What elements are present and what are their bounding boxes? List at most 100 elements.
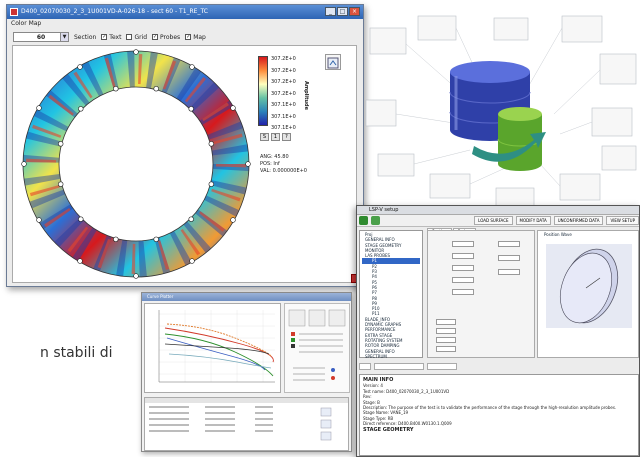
color-scale-bar bbox=[258, 56, 268, 126]
preview-title: Position Wave bbox=[544, 232, 572, 237]
chart-titlebar: Curve Plotter bbox=[142, 293, 351, 301]
caption-fragment: n stabili di bbox=[40, 345, 113, 361]
text-checkbox-label: Text bbox=[109, 33, 122, 41]
curves-table[interactable] bbox=[144, 397, 349, 451]
colormap-canvas[interactable]: 307.2E+0 307.2E+0 307.2E+0 307.2E+0 307.… bbox=[12, 45, 357, 283]
filter-field[interactable] bbox=[374, 363, 424, 370]
tree-item[interactable]: SPECTRUM bbox=[362, 354, 420, 359]
probe-marker bbox=[113, 236, 119, 243]
save-icon[interactable] bbox=[371, 216, 380, 225]
checkbox-box: ✓ bbox=[185, 34, 192, 40]
probe-marker bbox=[133, 49, 139, 55]
legend-panel bbox=[284, 303, 350, 393]
setup-title: LSP-V setup bbox=[369, 207, 399, 213]
probe-marker bbox=[189, 258, 195, 264]
colormap-window: D400_02070030_2_3_1U001VD-A-026-18 - sec… bbox=[6, 4, 364, 287]
series-line bbox=[166, 323, 272, 357]
cursor-readout: ANG: 45.80 POS: Inf VAL: 0.000000E+0 bbox=[260, 154, 307, 175]
probe-marker bbox=[78, 106, 84, 112]
app-icon bbox=[10, 8, 18, 16]
text-field[interactable] bbox=[436, 337, 456, 343]
text-field[interactable] bbox=[452, 253, 474, 259]
text-field[interactable] bbox=[452, 277, 474, 283]
checkbox-box: ✓ bbox=[152, 34, 159, 40]
scale-tools: S 1 ? bbox=[260, 133, 291, 141]
map-checkbox[interactable]: ✓ Map bbox=[185, 34, 206, 41]
text-field[interactable] bbox=[452, 265, 474, 271]
scale-tick: 307.2E+0 bbox=[271, 56, 296, 62]
probe-marker bbox=[21, 161, 27, 167]
map-checkbox-label: Map bbox=[193, 33, 206, 41]
view-setup-button[interactable]: VIEW SETUP bbox=[606, 216, 639, 225]
probe-marker bbox=[188, 216, 194, 222]
scale-tick: 307.1E+0 bbox=[271, 113, 296, 120]
footer-heading: STAGE GEOMETRY bbox=[363, 426, 414, 433]
probe-marker bbox=[36, 217, 42, 223]
probe-marker bbox=[36, 105, 42, 111]
text-field[interactable] bbox=[452, 241, 474, 247]
minimize-button[interactable]: _ bbox=[325, 7, 336, 16]
info-panel: MAIN INFO Version: 4 Test name: D400_020… bbox=[359, 374, 639, 456]
tool-button[interactable]: ? bbox=[282, 133, 291, 141]
unconfirmed-data-button[interactable]: UNCONFIRMED DATA bbox=[553, 216, 604, 225]
menu-color-map[interactable]: Color Map bbox=[7, 19, 363, 29]
text-field[interactable] bbox=[452, 289, 474, 295]
dropdown-field[interactable] bbox=[498, 241, 520, 247]
section-label: Section bbox=[74, 33, 97, 41]
grid-checkbox[interactable]: Grid bbox=[126, 34, 147, 41]
load-surface-button[interactable]: LOAD SURFACE bbox=[474, 216, 513, 225]
grid-checkbox-label: Grid bbox=[134, 33, 148, 41]
text-field[interactable] bbox=[436, 319, 456, 325]
text-checkbox[interactable]: ✓ Text bbox=[101, 34, 121, 41]
scale-tick: 307.2E+0 bbox=[271, 79, 296, 85]
section-select[interactable]: 60 ▼ bbox=[13, 32, 69, 42]
chevron-down-icon[interactable]: ▼ bbox=[60, 33, 68, 41]
modify-data-button[interactable]: MODIFY DATA bbox=[515, 216, 551, 225]
export-image-button[interactable] bbox=[325, 54, 341, 70]
value-readout: VAL: 0.000000E+0 bbox=[260, 168, 307, 174]
text-field[interactable] bbox=[498, 255, 520, 261]
probe-marker bbox=[153, 85, 159, 92]
confirm-icon[interactable] bbox=[359, 216, 368, 225]
setup-titlebar: LSP-V setup bbox=[357, 206, 639, 215]
probe-marker bbox=[245, 161, 251, 167]
select-field[interactable] bbox=[427, 363, 457, 370]
text-field[interactable] bbox=[436, 346, 456, 352]
scale-tick: 307.2E+0 bbox=[271, 67, 296, 74]
plot-area bbox=[158, 310, 275, 383]
nav-button[interactable] bbox=[359, 363, 371, 370]
legend-swatches bbox=[288, 309, 346, 381]
probe-marker bbox=[189, 64, 195, 70]
table-rows bbox=[145, 398, 348, 441]
setup-window: LSP-V setup LOAD SURFACE MODIFY DATA UNC… bbox=[356, 205, 640, 457]
scale-axis-label: Amplitude bbox=[303, 81, 309, 111]
probe-marker bbox=[57, 181, 64, 187]
probe-marker bbox=[57, 141, 64, 147]
angle-readout: ANG: 45.80 bbox=[260, 154, 289, 160]
maximize-button[interactable]: □ bbox=[337, 7, 348, 16]
probe-marker bbox=[230, 217, 236, 223]
probe-marker bbox=[78, 216, 84, 222]
project-tree[interactable]: Proj GENERAL INFO STAGE GEOMETRY MONITOR LAS… bbox=[359, 230, 423, 359]
tool-button[interactable]: 1 bbox=[271, 133, 280, 141]
series-line bbox=[168, 353, 272, 369]
probes-checkbox[interactable]: ✓ Probes bbox=[152, 34, 180, 41]
probe-marker bbox=[208, 141, 215, 147]
text-field[interactable] bbox=[436, 328, 456, 334]
color-scale-ticks: 307.2E+0 307.2E+0 307.2E+0 307.2E+0 307.… bbox=[271, 54, 296, 135]
scale-tick: 307.1E+0 bbox=[271, 102, 296, 108]
scale-tick: 307.2E+0 bbox=[271, 90, 296, 97]
close-button[interactable]: × bbox=[349, 7, 360, 16]
amplitude-ring-map[interactable] bbox=[17, 48, 255, 280]
disc-preview[interactable] bbox=[538, 238, 638, 338]
text-field[interactable] bbox=[498, 269, 520, 275]
line-plot[interactable] bbox=[144, 303, 281, 393]
position-readout: POS: Inf bbox=[260, 161, 280, 167]
probe-form bbox=[427, 230, 535, 358]
probe-marker bbox=[113, 85, 119, 92]
tool-button[interactable]: S bbox=[260, 133, 269, 141]
chart-title: Curve Plotter bbox=[147, 294, 174, 299]
series-line bbox=[166, 337, 266, 371]
chart-window: Curve Plotter bbox=[141, 292, 352, 452]
probes-checkbox-label: Probes bbox=[160, 33, 181, 41]
